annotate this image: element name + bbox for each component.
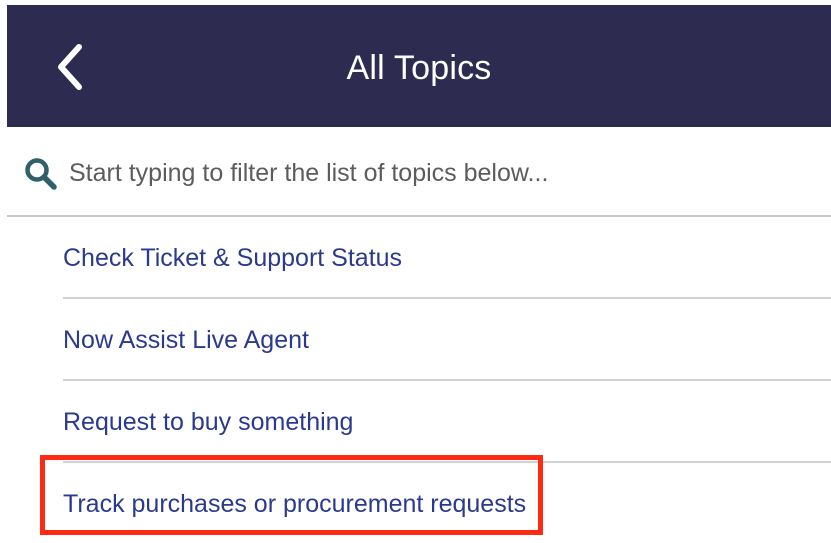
topic-link[interactable]: Check Ticket & Support Status	[63, 241, 402, 275]
topic-link[interactable]: Now Assist Live Agent	[63, 323, 309, 357]
topic-item-live-agent[interactable]: Now Assist Live Agent	[63, 299, 831, 381]
search-bar	[7, 127, 831, 217]
topic-link[interactable]: Request to buy something	[63, 405, 353, 439]
page-title: All Topics	[346, 49, 492, 87]
topic-item-request-buy[interactable]: Request to buy something	[63, 381, 831, 463]
header-bar: All Topics	[7, 5, 831, 127]
topic-link[interactable]: Track purchases or procurement requests	[63, 487, 526, 521]
all-topics-screen: All Topics Check Ticket & Support Status…	[0, 0, 831, 543]
topic-list: Check Ticket & Support Status Now Assist…	[63, 217, 831, 543]
topic-item-track-purchases[interactable]: Track purchases or procurement requests	[63, 463, 831, 543]
search-input[interactable]	[69, 153, 809, 193]
topic-item-check-ticket[interactable]: Check Ticket & Support Status	[63, 217, 831, 299]
search-icon	[25, 158, 57, 190]
